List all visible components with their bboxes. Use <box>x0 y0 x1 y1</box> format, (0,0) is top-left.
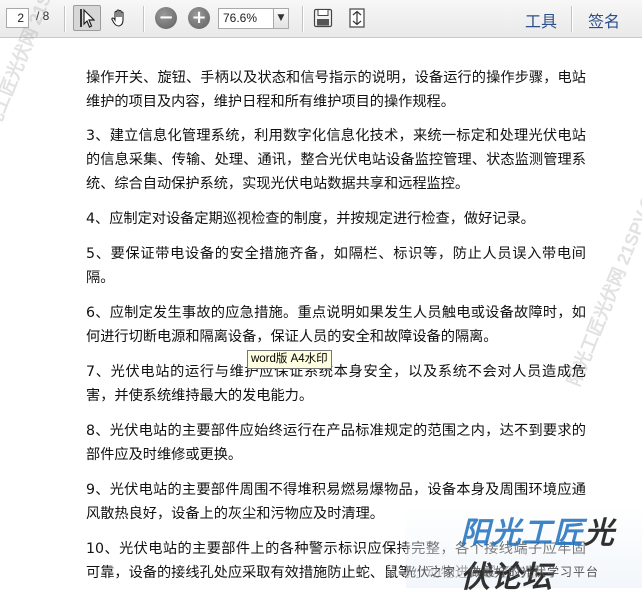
paragraph: 3、建立信息化管理系统，利用数字化信息化技术，来统一标定和处理光伏电站的信息采集… <box>86 128 586 192</box>
toolbar-divider <box>571 6 573 32</box>
select-arrow-icon <box>80 8 95 28</box>
fit-page-button[interactable] <box>343 5 371 31</box>
paragraph: 8、光伏电站的主要部件应始终运行在产品标准规定的范围之内，达不到要求的部件应及时… <box>86 423 586 463</box>
save-button[interactable] <box>309 5 337 31</box>
logo-subtitle: 光伏之家：做最好的光伏学习平台 <box>404 565 600 579</box>
paragraph: 7、光伏电站的运行与维护应保证系统本身安全，以及系统不会对人员造成危害，并使系统… <box>86 364 586 404</box>
logo-title-blue: 阳光工匠 <box>460 516 584 551</box>
select-tool-button[interactable] <box>73 5 101 31</box>
zoom-in-button[interactable]: + <box>188 7 210 29</box>
toolbar: 2 / 8 − + 76.6% ▼ 工具 签名 <box>0 0 642 38</box>
zoom-out-button[interactable]: − <box>155 7 177 29</box>
toolbar-divider <box>302 6 304 32</box>
tools-menu[interactable]: 工具 <box>525 8 557 32</box>
hand-icon <box>111 9 124 27</box>
zoom-in-icon: + <box>191 7 207 28</box>
paragraph: 6、应制定发生事故的应急措施。重点说明如果发生人员触电或设备故障时，如何进行切断… <box>86 305 586 345</box>
hand-tool-button[interactable] <box>105 5 133 31</box>
logo-title: 阳光工匠光伏论坛 <box>460 508 642 596</box>
fit-page-icon <box>349 8 365 28</box>
chevron-down-icon: ▼ <box>277 13 285 23</box>
toolbar-divider <box>64 6 66 32</box>
zoom-out-icon: − <box>158 7 174 28</box>
paragraph: 操作开关、旋钮、手柄以及状态和信号指示的说明，设备运行的操作步骤，电站维护的项目… <box>86 70 586 110</box>
tooltip: word版 A4水印 <box>247 350 332 369</box>
paragraph: 4、应制定对设备定期巡视检查的制度，并按规定进行检查，做好记录。 <box>86 211 535 227</box>
paragraph: 5、要保证带电设备的安全措施齐备，如隔栏、标识等，防止人员误入带电间隔。 <box>86 246 586 286</box>
sign-menu[interactable]: 签名 <box>588 8 620 32</box>
save-icon <box>313 8 333 28</box>
zoom-input[interactable]: 76.6% <box>218 8 274 29</box>
toolbar-divider <box>143 6 145 32</box>
zoom-dropdown-button[interactable]: ▼ <box>273 8 289 29</box>
